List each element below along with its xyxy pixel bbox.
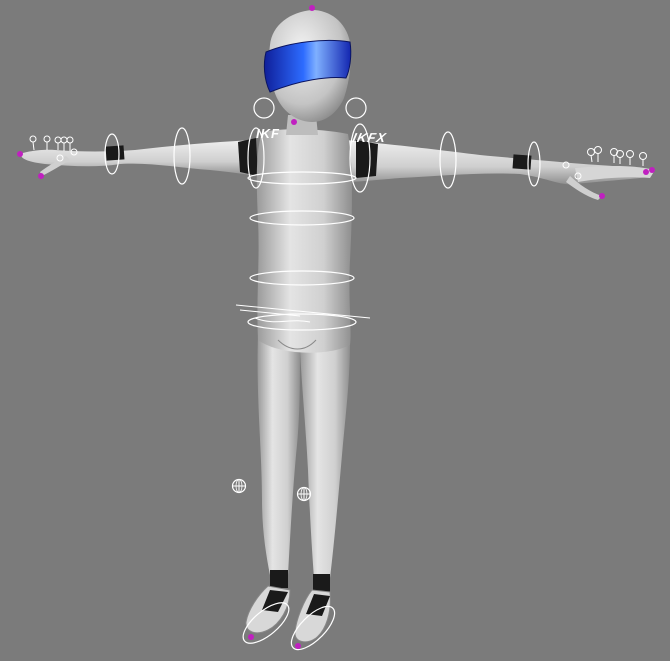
- left-thumb-pivot: [38, 173, 44, 179]
- ikfk-switch-label-right[interactable]: IKFX: [351, 130, 388, 145]
- right-foot-pivot: [295, 643, 301, 649]
- arm-left-side: [20, 140, 255, 176]
- right-leg: [300, 340, 350, 578]
- left-knee-pole-control: [231, 478, 247, 494]
- feet[interactable]: [237, 585, 341, 656]
- neck-pivot: [291, 119, 297, 125]
- ikfk-switch-label-left[interactable]: IKF: [256, 126, 280, 141]
- clavicle-control-right: [345, 97, 367, 119]
- 3d-viewport[interactable]: IKFX IKF: [0, 0, 670, 661]
- left-hand-pivot: [17, 151, 23, 157]
- right-hand-pivot-2: [643, 169, 649, 175]
- clavicle-control-left: [253, 97, 275, 119]
- right-thumb-pivot: [599, 193, 605, 199]
- torso-body: [256, 129, 352, 353]
- head[interactable]: [263, 5, 352, 122]
- character-rig-scene[interactable]: IKFX IKF: [0, 0, 670, 661]
- right-knee-pole-control: [296, 486, 312, 502]
- head-pivot: [309, 5, 315, 11]
- left-leg: [257, 335, 300, 575]
- legs[interactable]: [257, 335, 350, 592]
- right-hand-pivot: [649, 167, 655, 173]
- left-foot-pivot: [248, 634, 254, 640]
- left-ankle-band: [270, 570, 288, 588]
- shoulder-band-right: [356, 140, 378, 178]
- wrist-band-left: [105, 145, 125, 161]
- torso[interactable]: [256, 115, 352, 353]
- right-ankle-band: [313, 574, 330, 592]
